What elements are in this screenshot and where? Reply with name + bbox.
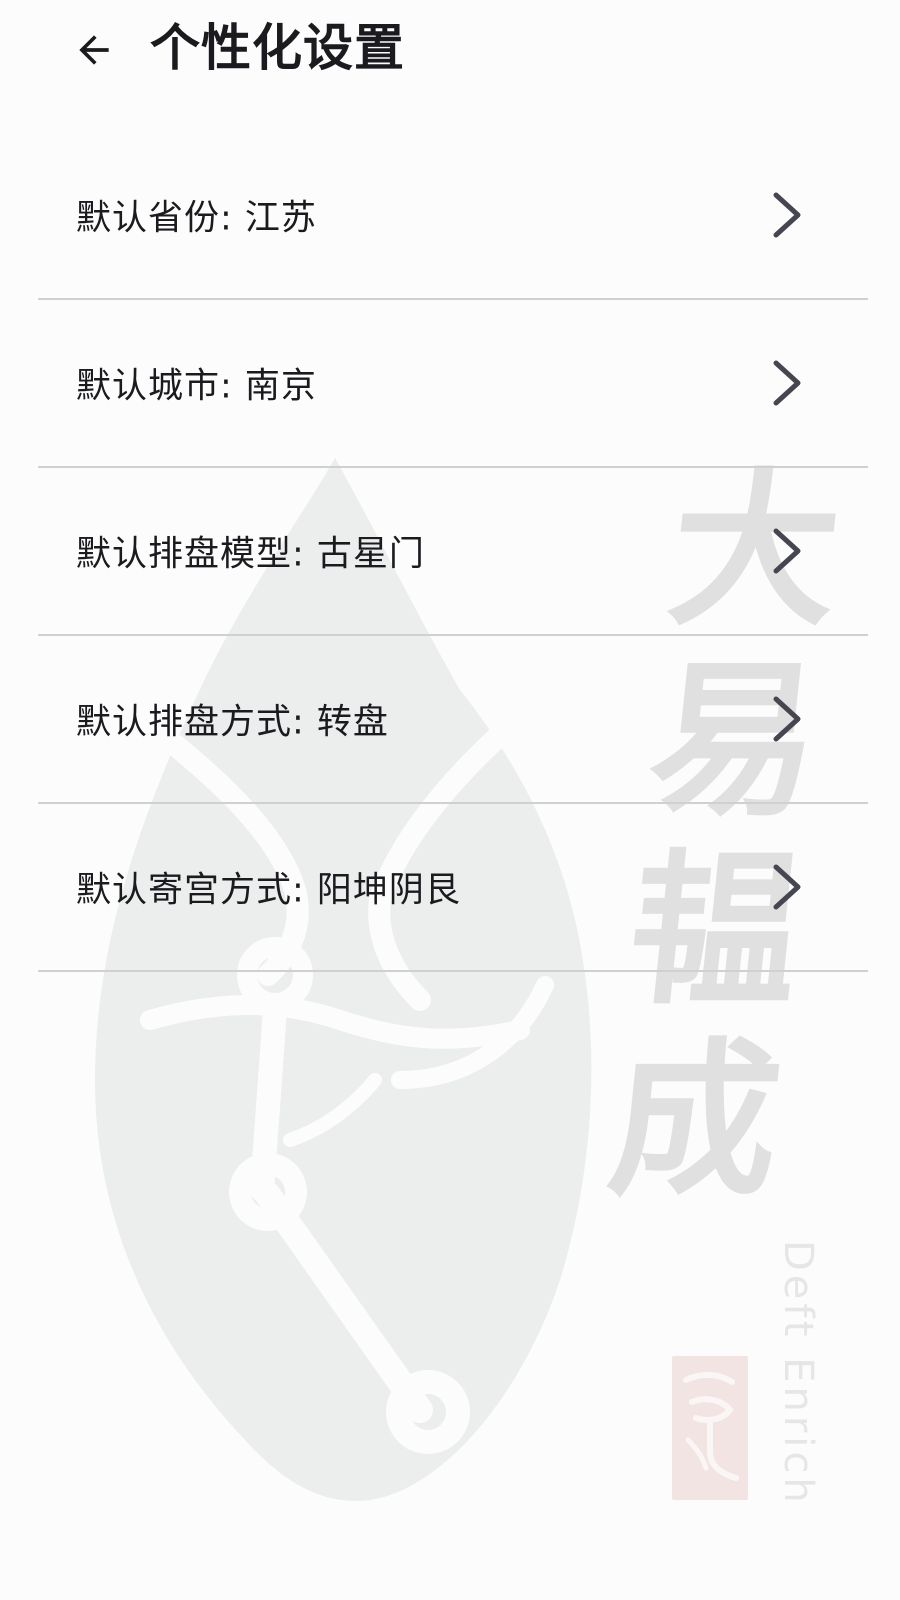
setting-label: 默认省份: 江苏 xyxy=(76,198,317,239)
setting-default-chart-method[interactable]: 默认排盘方式: 转盘 xyxy=(38,636,868,804)
setting-label: 默认寄宫方式: 阳坤阴艮 xyxy=(76,870,461,911)
english-watermark: Deft Enrich xyxy=(775,1240,821,1507)
settings-list: 默认省份: 江苏 默认城市: 南京 默认排盘模型: 古星门 默认排盘方式: 转盘… xyxy=(38,132,868,972)
setting-default-province[interactable]: 默认省份: 江苏 xyxy=(38,132,868,300)
chevron-right-icon xyxy=(770,359,804,407)
chevron-right-icon xyxy=(770,863,804,911)
calligraphy-char: 成 xyxy=(600,1021,790,1219)
setting-label: 默认排盘模型: 古星门 xyxy=(76,534,425,575)
seal-stamp xyxy=(672,1356,748,1500)
setting-label: 默认排盘方式: 转盘 xyxy=(76,702,389,743)
chevron-right-icon xyxy=(770,191,804,239)
arrow-left-icon xyxy=(79,35,109,65)
seal-mark xyxy=(683,1372,739,1481)
chevron-right-icon xyxy=(770,695,804,743)
back-button[interactable] xyxy=(66,22,122,78)
setting-default-city[interactable]: 默认城市: 南京 xyxy=(38,300,868,468)
setting-default-palace-method[interactable]: 默认寄宫方式: 阳坤阴艮 xyxy=(38,804,868,972)
top-app-bar: 个性化设置 xyxy=(0,0,900,100)
page-title: 个性化设置 xyxy=(150,19,405,77)
setting-label: 默认城市: 南京 xyxy=(76,366,317,407)
settings-page: 大 易 韫 成 Deft Enrich 个性化设置 默认省份: 江苏 默认城市:… xyxy=(0,0,900,1600)
setting-default-chart-model[interactable]: 默认排盘模型: 古星门 xyxy=(38,468,868,636)
chevron-right-icon xyxy=(770,527,804,575)
